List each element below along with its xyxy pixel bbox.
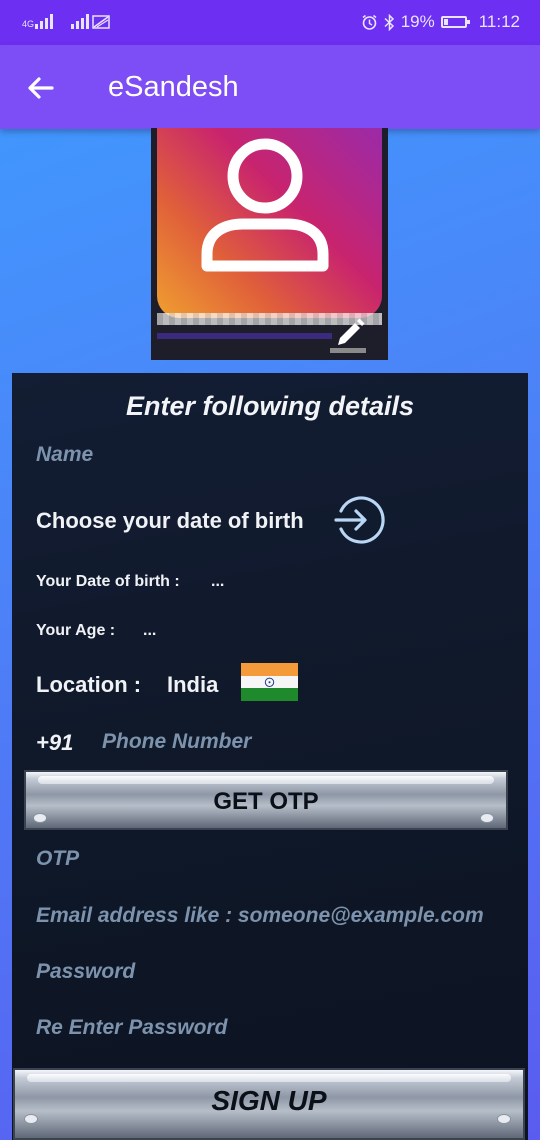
image-bar: [157, 333, 332, 339]
battery-percent: 19%: [400, 12, 435, 31]
get-otp-button[interactable]: GET OTP: [24, 770, 508, 830]
profile-image: [157, 128, 382, 318]
location-value: India: [167, 672, 219, 697]
rivet: [480, 813, 494, 823]
rivet: [33, 813, 47, 823]
get-otp-label: GET OTP: [213, 788, 319, 815]
form-title: Enter following details: [125, 391, 415, 421]
signal-icon: [35, 13, 54, 29]
reenter-password-input[interactable]: Re Enter Password: [36, 1016, 227, 1040]
clock: 11:12: [478, 12, 520, 31]
signup-form: Enter following details Name Choose your…: [12, 373, 528, 1140]
phone-prefix: +91: [36, 730, 74, 755]
india-flag-icon: [241, 663, 298, 701]
rivet: [24, 1114, 38, 1124]
rivet: [497, 1114, 511, 1124]
profile-picture[interactable]: [151, 128, 388, 360]
otp-input[interactable]: OTP: [36, 847, 79, 871]
signal-icon: [71, 13, 90, 29]
battery-icon: [440, 16, 470, 28]
dob-prompt[interactable]: Choose your date of birth: [36, 508, 304, 534]
name-input[interactable]: Name: [36, 443, 93, 467]
email-input[interactable]: Email address like : someone@example.com: [36, 904, 484, 928]
bluetooth-icon: [384, 13, 394, 31]
network-type-label: 4G: [22, 19, 35, 29]
pencil-icon[interactable]: [333, 316, 367, 350]
status-right: 19% 11:12: [361, 12, 520, 32]
phone-number-input[interactable]: Phone Number: [102, 730, 251, 754]
arrow-circle-right-icon[interactable]: [333, 494, 385, 546]
arrow-left-icon[interactable]: [24, 71, 58, 105]
status-left: 4G: [22, 13, 110, 29]
location-label: Location :: [36, 672, 142, 697]
app-bar: eSandesh: [0, 45, 540, 129]
app-title: eSandesh: [108, 71, 239, 103]
dob-value: ...: [211, 573, 225, 590]
status-bar: 4G 19% 11:12: [0, 0, 540, 45]
age-value: ...: [143, 622, 157, 639]
password-input[interactable]: Password: [36, 960, 135, 984]
edit-underline: [330, 348, 366, 353]
sign-up-label: SIGN UP: [211, 1085, 327, 1116]
sign-up-button[interactable]: SIGN UP: [13, 1068, 525, 1140]
dob-label: Your Date of birth :: [36, 573, 180, 590]
alarm-icon: [362, 14, 377, 30]
user-icon: [201, 138, 329, 272]
age-label: Your Age :: [36, 622, 116, 639]
no-sim-icon: [92, 15, 110, 29]
